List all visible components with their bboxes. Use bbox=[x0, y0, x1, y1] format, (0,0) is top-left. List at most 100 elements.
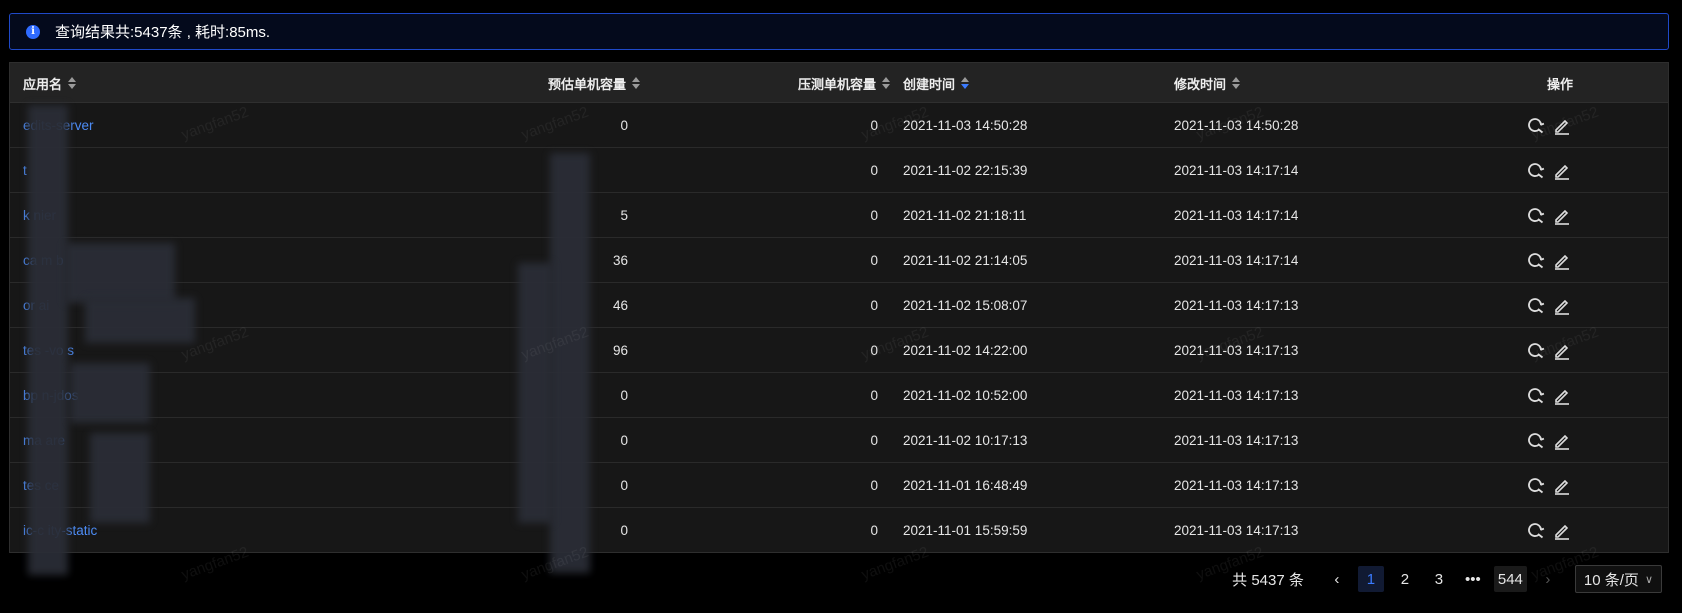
refresh-search-icon[interactable] bbox=[1526, 161, 1546, 181]
edit-pencil-icon[interactable] bbox=[1552, 206, 1572, 226]
col-header-created[interactable]: 创建时间 bbox=[903, 63, 970, 103]
edit-pencil-icon[interactable] bbox=[1552, 116, 1572, 136]
cell-modified: 2021-11-03 14:17:14 bbox=[1174, 238, 1298, 283]
stress-value: 0 bbox=[870, 298, 878, 313]
refresh-search-icon[interactable] bbox=[1526, 341, 1546, 361]
cell-estimate bbox=[460, 148, 628, 193]
refresh-search-icon[interactable] bbox=[1526, 251, 1546, 271]
edit-pencil-icon[interactable] bbox=[1552, 161, 1572, 181]
prev-page-icon[interactable]: ‹ bbox=[1324, 566, 1350, 592]
estimate-value: 0 bbox=[620, 388, 628, 403]
edit-pencil-icon[interactable] bbox=[1552, 521, 1572, 541]
table-body: edits-server002021-11-03 14:50:282021-11… bbox=[10, 103, 1668, 553]
jump-next-ellipsis[interactable]: ••• bbox=[1460, 566, 1486, 592]
refresh-search-icon[interactable] bbox=[1526, 431, 1546, 451]
table-row: or ai4602021-11-02 15:08:072021-11-03 14… bbox=[10, 283, 1668, 328]
page-last[interactable]: 544 bbox=[1493, 566, 1527, 592]
refresh-search-icon[interactable] bbox=[1526, 386, 1546, 406]
pagination: 共 5437 条 ‹ 1 2 3 ••• 544 › 10 条/页 ∨ bbox=[1232, 564, 1662, 594]
cell-created: 2021-11-02 21:18:11 bbox=[903, 193, 1026, 238]
cell-ops bbox=[1526, 193, 1572, 238]
page-2[interactable]: 2 bbox=[1392, 566, 1418, 592]
col-header-app[interactable]: 应用名 bbox=[23, 63, 77, 103]
refresh-search-icon[interactable] bbox=[1526, 521, 1546, 541]
modified-time: 2021-11-03 14:50:28 bbox=[1174, 118, 1299, 133]
col-header-estimate[interactable]: 预估单机容量 bbox=[460, 63, 640, 103]
edit-pencil-icon[interactable] bbox=[1552, 296, 1572, 316]
cell-modified: 2021-11-03 14:17:13 bbox=[1174, 418, 1298, 463]
estimate-value: 0 bbox=[620, 523, 628, 538]
cell-created: 2021-11-02 14:22:00 bbox=[903, 328, 1027, 373]
stress-value: 0 bbox=[870, 118, 878, 133]
col-header-modified[interactable]: 修改时间 bbox=[1174, 63, 1241, 103]
table-row: bp n-jdos002021-11-02 10:52:002021-11-03… bbox=[10, 373, 1668, 418]
edit-pencil-icon[interactable] bbox=[1552, 431, 1572, 451]
cell-ops bbox=[1526, 103, 1572, 148]
sort-icon[interactable] bbox=[961, 77, 970, 89]
created-time: 2021-11-02 21:18:11 bbox=[903, 208, 1027, 223]
stress-value: 0 bbox=[870, 343, 878, 358]
estimate-value: 96 bbox=[612, 343, 628, 358]
page-1[interactable]: 1 bbox=[1357, 566, 1384, 592]
created-time: 2021-11-02 10:17:13 bbox=[903, 433, 1028, 448]
refresh-search-icon[interactable] bbox=[1526, 476, 1546, 496]
modified-time: 2021-11-03 14:17:14 bbox=[1174, 208, 1299, 223]
table-row: ca m b3602021-11-02 21:14:052021-11-03 1… bbox=[10, 238, 1668, 283]
cell-stress: 0 bbox=[710, 418, 878, 463]
refresh-search-icon[interactable] bbox=[1526, 206, 1546, 226]
table-row: edits-server002021-11-03 14:50:282021-11… bbox=[10, 103, 1668, 148]
estimate-value: 0 bbox=[620, 118, 628, 133]
edit-pencil-icon[interactable] bbox=[1552, 251, 1572, 271]
edit-pencil-icon[interactable] bbox=[1552, 476, 1572, 496]
app-link[interactable]: t bbox=[23, 163, 27, 178]
estimate-value: 0 bbox=[620, 433, 628, 448]
page-size-value: 10 条/页 bbox=[1583, 571, 1639, 589]
next-page-icon[interactable]: › bbox=[1535, 566, 1561, 592]
modified-time: 2021-11-03 14:17:13 bbox=[1174, 298, 1299, 313]
col-header-ops: 操作 bbox=[1510, 63, 1610, 103]
cell-modified: 2021-11-03 14:17:13 bbox=[1174, 283, 1298, 328]
stress-value: 0 bbox=[870, 163, 878, 178]
cell-ops bbox=[1526, 328, 1572, 373]
page-3[interactable]: 3 bbox=[1426, 566, 1452, 592]
cell-created: 2021-11-02 15:08:07 bbox=[903, 283, 1027, 328]
page-size-select[interactable]: 10 条/页 ∨ bbox=[1574, 565, 1662, 593]
privacy-mask bbox=[518, 263, 553, 523]
modified-time: 2021-11-03 14:17:13 bbox=[1174, 478, 1299, 493]
cell-modified: 2021-11-03 14:17:13 bbox=[1174, 463, 1298, 508]
cell-ops bbox=[1526, 508, 1572, 553]
created-time: 2021-11-02 14:22:00 bbox=[903, 343, 1028, 358]
sort-icon[interactable] bbox=[882, 77, 890, 89]
edit-pencil-icon[interactable] bbox=[1552, 386, 1572, 406]
sort-icon[interactable] bbox=[68, 77, 77, 89]
cell-estimate: 5 bbox=[460, 193, 628, 238]
page-root: i 查询结果共:5437条 , 耗时:85ms. 应用名 预估单机容量 压测单机… bbox=[0, 0, 1682, 613]
sort-icon[interactable] bbox=[1232, 77, 1241, 89]
stress-value: 0 bbox=[870, 523, 878, 538]
col-label: 操作 bbox=[1546, 76, 1573, 92]
stress-value: 0 bbox=[870, 478, 878, 493]
info-icon: i bbox=[26, 24, 40, 39]
refresh-search-icon[interactable] bbox=[1526, 296, 1546, 316]
cell-estimate: 0 bbox=[460, 103, 628, 148]
col-header-stress[interactable]: 压测单机容量 bbox=[710, 63, 890, 103]
cell-created: 2021-11-02 10:52:00 bbox=[903, 373, 1027, 418]
modified-time: 2021-11-03 14:17:13 bbox=[1174, 388, 1299, 403]
edit-pencil-icon[interactable] bbox=[1552, 341, 1572, 361]
cell-modified: 2021-11-03 14:50:28 bbox=[1174, 103, 1298, 148]
alert-text: 查询结果共:5437条 , 耗时:85ms. bbox=[55, 24, 271, 41]
refresh-search-icon[interactable] bbox=[1526, 116, 1546, 136]
privacy-mask bbox=[65, 243, 175, 303]
modified-time: 2021-11-03 14:17:14 bbox=[1174, 253, 1299, 268]
cell-created: 2021-11-02 22:15:39 bbox=[903, 148, 1027, 193]
privacy-mask bbox=[85, 298, 195, 343]
sort-icon[interactable] bbox=[632, 77, 640, 89]
col-label: 创建时间 bbox=[903, 76, 956, 92]
cell-stress: 0 bbox=[710, 463, 878, 508]
cell-modified: 2021-11-03 14:17:14 bbox=[1174, 148, 1298, 193]
cell-stress: 0 bbox=[710, 148, 878, 193]
cell-ops bbox=[1526, 418, 1572, 463]
cell-created: 2021-11-01 16:48:49 bbox=[903, 463, 1027, 508]
cell-stress: 0 bbox=[710, 238, 878, 283]
created-time: 2021-11-02 10:52:00 bbox=[903, 388, 1028, 403]
